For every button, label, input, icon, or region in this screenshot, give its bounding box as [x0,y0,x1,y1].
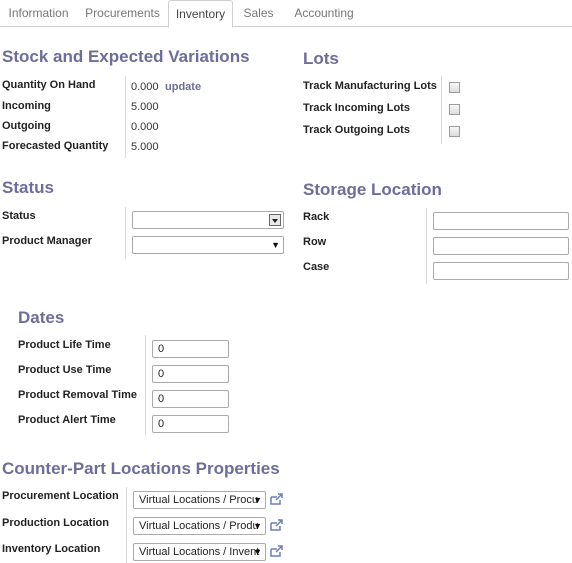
incoming-value: 5.000 [131,101,159,113]
rack-label: Rack [303,211,330,223]
dates-divider [145,335,146,435]
production-location-select[interactable]: Virtual Locations / Produ ▼ [133,517,266,535]
production-location-value: Virtual Locations / Produ [139,520,259,532]
tab-sales[interactable]: Sales [233,0,284,27]
track-manufacturing-lots-label: Track Manufacturing Lots [303,80,437,92]
track-incoming-lots-checkbox[interactable] [449,104,460,115]
inventory-location-label: Inventory Location [2,543,101,555]
tab-inventory[interactable]: Inventory [168,0,233,28]
product-manager-label: Product Manager [2,235,92,247]
procurement-location-select[interactable]: Virtual Locations / Procu ▼ [133,491,266,509]
tab-accounting[interactable]: Accounting [284,0,364,27]
track-outgoing-lots-label: Track Outgoing Lots [303,124,410,136]
status-section-title: Status [2,178,54,197]
status-divider [125,207,126,259]
product-alert-time-input[interactable]: 0 [152,415,229,433]
case-input[interactable] [433,262,569,280]
product-life-time-input[interactable]: 0 [152,340,229,358]
status-select[interactable] [132,211,284,229]
incoming-label: Incoming [2,100,51,112]
counterpart-divider [126,487,127,563]
production-location-label: Production Location [2,517,109,529]
update-qty-link[interactable]: update [165,81,201,93]
stock-section-title: Stock and Expected Variations [2,47,250,66]
chevron-down-icon: ▼ [253,521,262,531]
tab-information[interactable]: Information [0,0,77,27]
track-manufacturing-lots-checkbox[interactable] [449,82,460,93]
forecast-label: Forecasted Quantity [2,140,109,152]
product-removal-time-input[interactable]: 0 [152,390,229,408]
row-input[interactable] [433,237,569,255]
qty-on-hand-label: Quantity On Hand [2,79,96,91]
inventory-location-value: Virtual Locations / Invent [139,546,260,558]
stock-divider [125,76,126,158]
notebook-tabs: Information Procurements Inventory Sales… [0,0,572,28]
external-link-icon[interactable] [270,545,284,557]
tab-procurements[interactable]: Procurements [77,0,168,27]
chevron-down-icon [269,214,281,226]
external-link-icon[interactable] [270,493,284,505]
lots-divider [441,76,442,144]
procurement-location-value: Virtual Locations / Procu [139,494,259,506]
product-life-time-label: Product Life Time [18,339,111,351]
product-use-time-input[interactable]: 0 [152,365,229,383]
counterpart-section-title: Counter-Part Locations Properties [2,459,280,478]
track-outgoing-lots-checkbox[interactable] [449,126,460,137]
track-incoming-lots-label: Track Incoming Lots [303,102,410,114]
product-use-time-label: Product Use Time [18,364,112,376]
qty-on-hand-value: 0.000 [131,81,159,93]
rack-input[interactable] [433,212,569,230]
outgoing-value: 0.000 [131,121,159,133]
forecast-value: 5.000 [131,141,159,153]
chevron-down-icon: ▼ [253,495,262,505]
chevron-down-icon: ▼ [271,240,280,250]
case-label: Case [303,261,330,273]
product-removal-time-label: Product Removal Time [18,389,137,401]
procurement-location-label: Procurement Location [2,490,119,502]
chevron-down-icon: ▼ [253,547,262,557]
inventory-location-select[interactable]: Virtual Locations / Invent ▼ [133,543,266,561]
product-alert-time-label: Product Alert Time [18,414,116,426]
external-link-icon[interactable] [270,519,284,531]
storage-divider [426,208,427,284]
lots-section-title: Lots [303,49,339,68]
status-label: Status [2,210,36,222]
row-label: Row [303,236,327,248]
product-manager-select[interactable]: ▼ [132,236,284,254]
dates-section-title: Dates [18,308,65,327]
storage-section-title: Storage Location [303,180,442,199]
outgoing-label: Outgoing [2,120,51,132]
